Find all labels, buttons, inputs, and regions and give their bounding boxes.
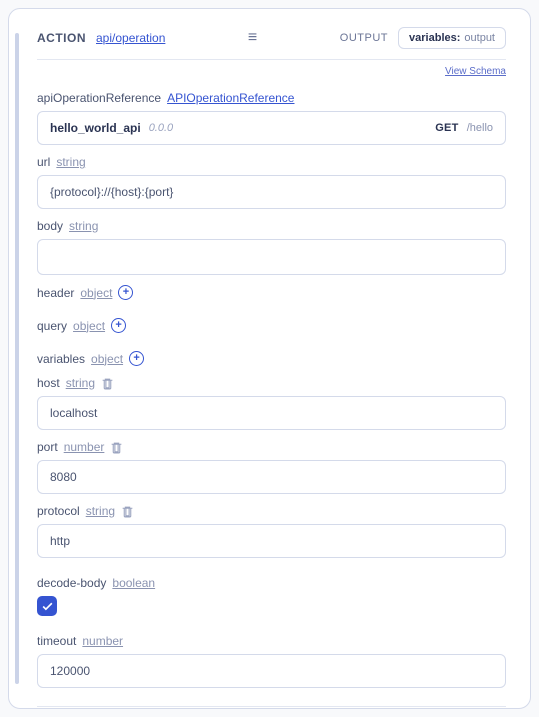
output-value: output bbox=[464, 32, 495, 44]
field-port: port number 8080 bbox=[37, 440, 506, 494]
field-type[interactable]: object bbox=[91, 352, 123, 366]
host-input[interactable]: localhost bbox=[37, 396, 506, 430]
api-ref-input[interactable]: hello_world_api 0.0.0 GET /hello bbox=[37, 111, 506, 145]
field-api-ref: apiOperationReference APIOperationRefere… bbox=[37, 91, 506, 145]
field-url: url string {protocol}://{host}:{port} bbox=[37, 155, 506, 209]
http-method: GET bbox=[435, 122, 459, 134]
field-host: host string localhost bbox=[37, 376, 506, 430]
input-value: http bbox=[50, 534, 70, 548]
field-type[interactable]: number bbox=[64, 440, 105, 454]
menu-icon[interactable]: ≡ bbox=[248, 30, 257, 46]
action-label: ACTION bbox=[37, 31, 86, 45]
input-value: 8080 bbox=[50, 470, 77, 484]
http-path: /hello bbox=[467, 122, 493, 134]
field-name: protocol bbox=[37, 504, 80, 518]
field-name: body bbox=[37, 219, 63, 233]
schema-row: View Schema bbox=[37, 60, 506, 81]
field-name: apiOperationReference bbox=[37, 91, 161, 105]
field-type[interactable]: object bbox=[73, 319, 105, 333]
field-name: port bbox=[37, 440, 58, 454]
field-type[interactable]: string bbox=[86, 504, 115, 518]
input-value: 120000 bbox=[50, 664, 90, 678]
delete-host-button[interactable] bbox=[101, 377, 114, 390]
field-variables: variables object + bbox=[37, 351, 506, 366]
decode-body-checkbox[interactable] bbox=[37, 596, 57, 616]
port-input[interactable]: 8080 bbox=[37, 460, 506, 494]
field-label-row: apiOperationReference APIOperationRefere… bbox=[37, 91, 506, 105]
api-version: 0.0.0 bbox=[149, 122, 173, 134]
field-name: header bbox=[37, 286, 74, 300]
action-panel: ACTION api/operation ≡ OUTPUT variables:… bbox=[8, 8, 531, 709]
field-type[interactable]: string bbox=[56, 155, 85, 169]
output-key: variables: bbox=[409, 32, 460, 44]
delete-port-button[interactable] bbox=[110, 441, 123, 454]
bottom-divider bbox=[37, 706, 506, 707]
view-schema-link[interactable]: View Schema bbox=[445, 66, 506, 77]
field-type[interactable]: boolean bbox=[112, 576, 155, 590]
field-type[interactable]: object bbox=[80, 286, 112, 300]
api-name: hello_world_api bbox=[50, 121, 141, 135]
panel-header: ACTION api/operation ≡ OUTPUT variables:… bbox=[37, 27, 506, 60]
add-query-button[interactable]: + bbox=[111, 318, 126, 333]
field-name: url bbox=[37, 155, 50, 169]
field-decode-body: decode-body boolean bbox=[37, 576, 506, 616]
field-name: variables bbox=[37, 352, 85, 366]
output-pill[interactable]: variables: output bbox=[398, 27, 506, 49]
add-variable-button[interactable]: + bbox=[129, 351, 144, 366]
field-type[interactable]: string bbox=[66, 376, 95, 390]
field-header: header object + bbox=[37, 285, 506, 300]
field-query: query object + bbox=[37, 318, 506, 333]
field-timeout: timeout number 120000 bbox=[37, 634, 506, 688]
body-input[interactable] bbox=[37, 239, 506, 275]
field-name: decode-body bbox=[37, 576, 106, 590]
timeout-input[interactable]: 120000 bbox=[37, 654, 506, 688]
field-type[interactable]: string bbox=[69, 219, 98, 233]
input-value: {protocol}://{host}:{port} bbox=[50, 185, 173, 199]
field-body: body string bbox=[37, 219, 506, 275]
field-name: timeout bbox=[37, 634, 76, 648]
field-name: host bbox=[37, 376, 60, 390]
field-type[interactable]: number bbox=[82, 634, 123, 648]
field-type-link[interactable]: APIOperationReference bbox=[167, 91, 294, 105]
drag-handle[interactable] bbox=[15, 33, 19, 684]
action-link[interactable]: api/operation bbox=[96, 31, 165, 45]
output-label: OUTPUT bbox=[340, 32, 388, 44]
input-value: localhost bbox=[50, 406, 97, 420]
field-protocol: protocol string http bbox=[37, 504, 506, 558]
delete-protocol-button[interactable] bbox=[121, 505, 134, 518]
add-header-button[interactable]: + bbox=[118, 285, 133, 300]
protocol-input[interactable]: http bbox=[37, 524, 506, 558]
field-name: query bbox=[37, 319, 67, 333]
url-input[interactable]: {protocol}://{host}:{port} bbox=[37, 175, 506, 209]
